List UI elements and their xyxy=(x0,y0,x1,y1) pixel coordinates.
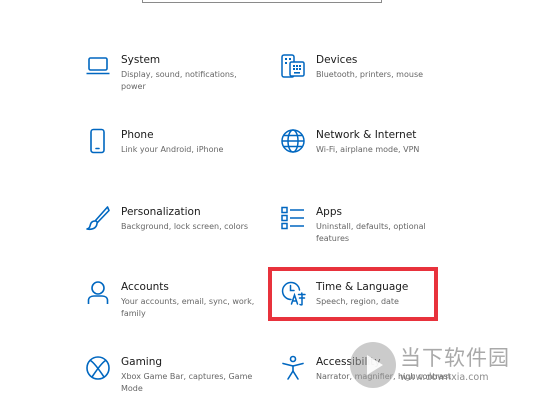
globe-icon xyxy=(280,128,306,154)
tile-accounts[interactable]: Accounts Your accounts, email, sync, wor… xyxy=(85,280,270,340)
search-input[interactable] xyxy=(142,0,382,3)
tile-gaming[interactable]: Gaming Xbox Game Bar, captures, Game Mod… xyxy=(85,355,270,415)
tile-desc: Narrator, magnifier, high contrast xyxy=(316,372,452,381)
tile-title: Network & Internet xyxy=(316,129,417,141)
tile-desc: Display, sound, notifications, power xyxy=(121,70,237,91)
tile-title: Accessibility xyxy=(316,356,381,368)
tile-desc: Wi-Fi, airplane mode, VPN xyxy=(316,145,420,154)
tile-system[interactable]: System Display, sound, notifications, po… xyxy=(85,53,270,113)
tile-personalization[interactable]: Personalization Background, lock screen,… xyxy=(85,205,270,265)
tile-phone[interactable]: Phone Link your Android, iPhone xyxy=(85,128,270,188)
tile-title: Phone xyxy=(121,129,154,141)
tile-title: Devices xyxy=(316,54,358,66)
xbox-icon xyxy=(85,355,111,381)
person-icon xyxy=(85,280,111,306)
tile-title: Personalization xyxy=(121,206,201,218)
tile-desc: Uninstall, defaults, optional features xyxy=(316,222,426,243)
apps-list-icon xyxy=(280,205,306,231)
tile-title: Gaming xyxy=(121,356,163,368)
tile-title: Accounts xyxy=(121,281,169,293)
tile-desc: Your accounts, email, sync, work, family xyxy=(121,297,255,318)
brush-icon xyxy=(85,205,111,231)
tile-title: System xyxy=(121,54,161,66)
tile-devices[interactable]: Devices Bluetooth, printers, mouse xyxy=(280,53,465,113)
tile-desc: Background, lock screen, colors xyxy=(121,222,249,231)
tile-title: Apps xyxy=(316,206,342,218)
tile-desc: Bluetooth, printers, mouse xyxy=(316,70,424,79)
tile-network-internet[interactable]: Network & Internet Wi-Fi, airplane mode,… xyxy=(280,128,465,188)
accessibility-icon xyxy=(280,355,306,381)
tile-apps[interactable]: Apps Uninstall, defaults, optional featu… xyxy=(280,205,465,265)
tile-desc: Xbox Game Bar, captures, Game Mode xyxy=(121,372,253,393)
laptop-icon xyxy=(85,53,111,79)
keyboard-icon xyxy=(280,53,306,79)
tile-desc: Link your Android, iPhone xyxy=(121,145,224,154)
highlight-box xyxy=(268,267,438,321)
tile-accessibility[interactable]: Accessibility Narrator, magnifier, high … xyxy=(280,355,465,415)
phone-icon xyxy=(85,128,111,154)
